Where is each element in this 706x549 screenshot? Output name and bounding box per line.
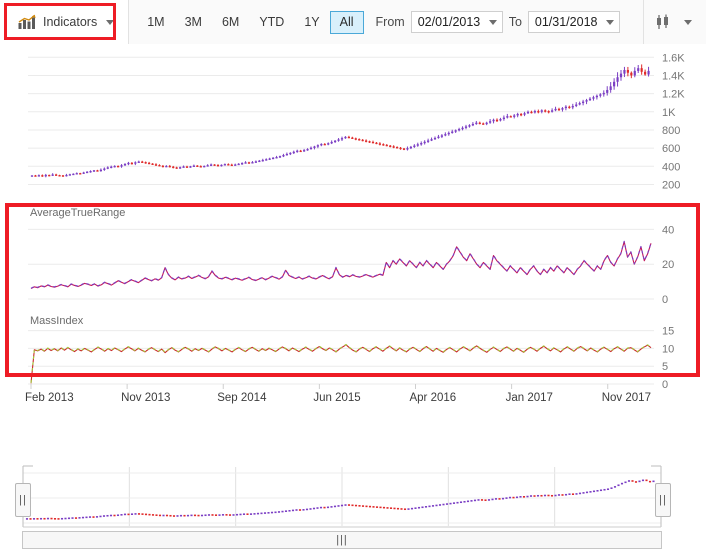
svg-text:AverageTrueRange: AverageTrueRange <box>30 207 125 219</box>
navigator-series-svg <box>22 465 662 528</box>
navigator-right-handle[interactable]: || <box>655 483 671 517</box>
indicators-button-container: Indicators <box>0 0 129 44</box>
range-button-all[interactable]: All <box>329 10 364 34</box>
svg-text:1.4K: 1.4K <box>662 70 685 82</box>
svg-text:40: 40 <box>662 224 674 236</box>
svg-text:15: 15 <box>662 326 674 338</box>
svg-text:1.6K: 1.6K <box>662 52 685 64</box>
svg-text:Feb 2013: Feb 2013 <box>25 392 74 404</box>
navigator-left-handle[interactable]: || <box>15 483 31 517</box>
svg-text:Apr 2016: Apr 2016 <box>409 392 456 404</box>
chart-toolbar: Indicators 1M 3M 6M YTD 1Y All From 02/0… <box>0 0 706 45</box>
range-button-ytd[interactable]: YTD <box>249 11 294 34</box>
svg-text:1.2K: 1.2K <box>662 89 685 101</box>
chevron-down-icon[interactable] <box>605 19 614 25</box>
svg-text:600: 600 <box>662 143 680 155</box>
chart-type-selector[interactable] <box>644 14 706 30</box>
from-date-value: 02/01/2013 <box>417 15 481 29</box>
range-button-6m[interactable]: 6M <box>212 11 249 34</box>
range-navigator[interactable]: || || ||| <box>0 459 706 549</box>
svg-text:10: 10 <box>662 343 674 355</box>
range-button-1y[interactable]: 1Y <box>294 11 329 34</box>
svg-text:0: 0 <box>662 294 668 306</box>
svg-text:1K: 1K <box>662 107 676 119</box>
chart-container: 200 400 600 800 1K 1.2K 1.4K 1.6K AverageTrueRan… <box>0 44 706 549</box>
from-label: From <box>375 15 405 29</box>
date-range-controls: From 02/01/2013 To 01/31/2018 <box>368 11 620 33</box>
svg-text:Jun 2015: Jun 2015 <box>313 392 360 404</box>
svg-text:MassIndex: MassIndex <box>30 315 84 327</box>
chart-panels-svg[interactable]: 2004006008001K1.2K1.4K1.6KAverageTrueRan… <box>0 44 706 406</box>
navigator-right-handle-grip: || <box>659 493 667 506</box>
to-date-value: 01/31/2018 <box>534 15 598 29</box>
chevron-down-icon[interactable] <box>488 19 497 25</box>
svg-text:5: 5 <box>662 361 668 373</box>
bar-chart-trend-icon <box>18 14 36 29</box>
range-button-3m[interactable]: 3M <box>175 11 212 34</box>
from-date-input[interactable]: 02/01/2013 <box>410 11 503 33</box>
svg-text:800: 800 <box>662 125 680 137</box>
svg-text:20: 20 <box>662 259 674 271</box>
range-button-1m[interactable]: 1M <box>137 11 174 34</box>
range-button-group: 1M 3M 6M YTD 1Y All <box>129 10 367 34</box>
to-date-input[interactable]: 01/31/2018 <box>527 11 620 33</box>
navigator-left-handle-grip: || <box>19 493 27 506</box>
chevron-down-icon[interactable] <box>684 19 692 25</box>
svg-text:0: 0 <box>662 379 668 391</box>
svg-text:Sep 2014: Sep 2014 <box>217 392 267 404</box>
navigator-scrollbar-grip: ||| <box>336 533 348 546</box>
indicators-button-label: Indicators <box>43 15 98 29</box>
svg-text:200: 200 <box>662 179 680 191</box>
to-label: To <box>508 15 522 29</box>
svg-text:Jan 2017: Jan 2017 <box>506 392 553 404</box>
svg-text:400: 400 <box>662 161 680 173</box>
navigator-scrollbar[interactable]: ||| <box>22 531 662 549</box>
svg-text:Nov 2017: Nov 2017 <box>602 392 651 404</box>
indicators-button[interactable]: Indicators <box>18 14 115 30</box>
svg-text:Nov 2013: Nov 2013 <box>121 392 170 404</box>
candlestick-icon <box>657 14 668 29</box>
chevron-down-icon[interactable] <box>106 19 115 25</box>
